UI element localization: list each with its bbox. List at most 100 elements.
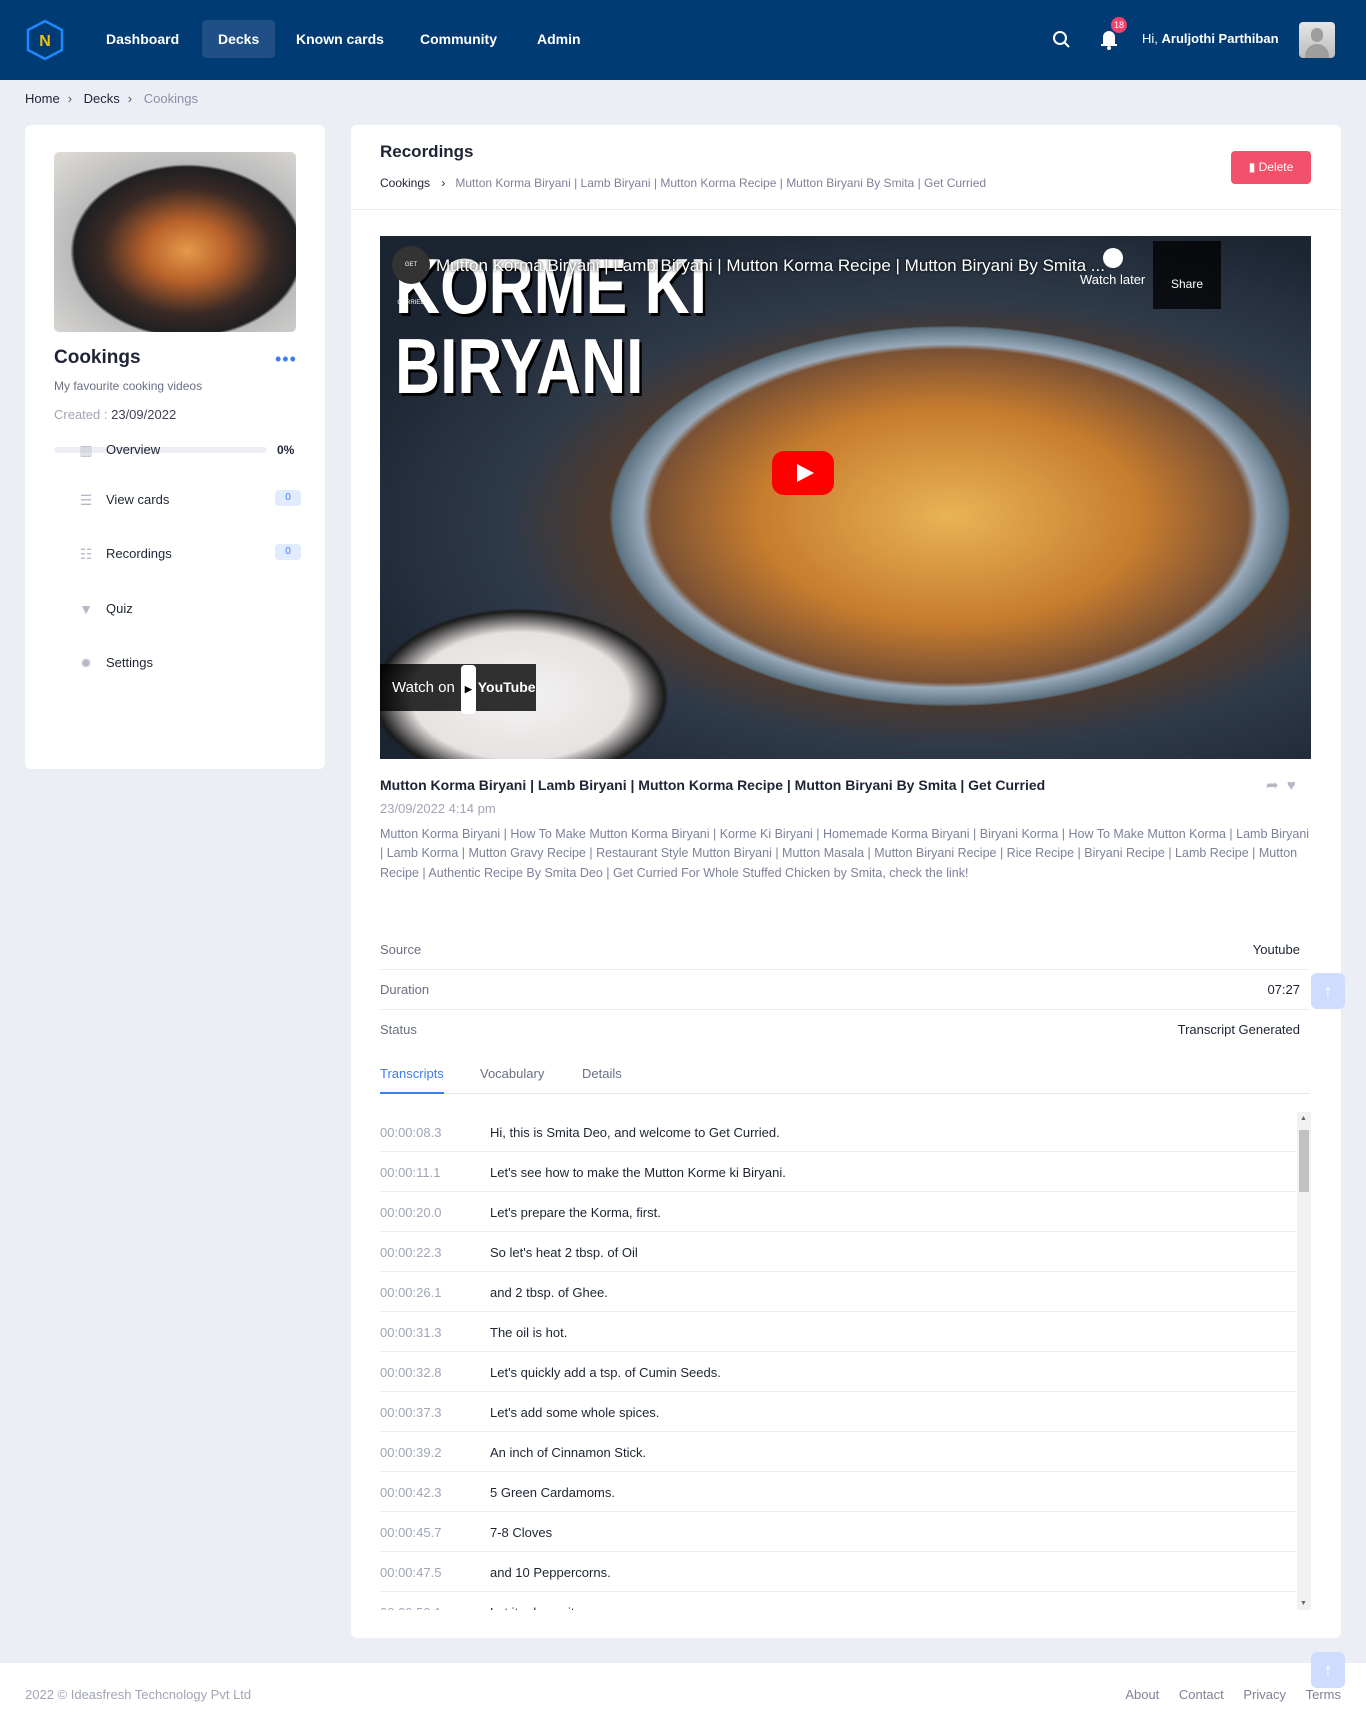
sidebar-item-label: Overview xyxy=(106,442,161,457)
transcript-row[interactable]: 00:00:39.2 An inch of Cinnamon Stick. xyxy=(380,1432,1296,1472)
transcript-time[interactable]: 00:00:31.3 xyxy=(380,1325,441,1340)
transcript-row[interactable]: 00:00:11.1 Let's see how to make the Mutt… xyxy=(380,1152,1296,1192)
sidebar-item-quiz[interactable]: ▼ Quiz xyxy=(77,594,277,624)
transcript-time[interactable]: 00:00:22.3 xyxy=(380,1245,441,1260)
notification-badge: 18 xyxy=(1111,17,1127,33)
nav-community[interactable]: Community xyxy=(404,20,513,58)
recording-title: Mutton Korma Biryani | Lamb Biryani | Mu… xyxy=(380,777,1046,793)
deck-sidebar: Cookings ••• My favourite cooking videos… xyxy=(25,125,325,769)
transcript-row[interactable]: 00:00:32.8 Let's quickly add a tsp. of Cu… xyxy=(380,1352,1296,1392)
transcript-row[interactable]: 00:00:26.1 and 2 tbsp. of Ghee. xyxy=(380,1272,1296,1312)
sidebar-item-view-cards[interactable]: ☰ View cards 0 xyxy=(77,485,301,515)
breadcrumb-decks[interactable]: Decks xyxy=(84,91,120,106)
transcript-row[interactable]: 00:00:50.1 Let it release its aroma. xyxy=(380,1592,1296,1610)
transcript-text: Let's add some whole spices. xyxy=(490,1405,660,1420)
transcript-text: 7-8 Cloves xyxy=(490,1525,553,1540)
transcript-list[interactable]: 00:00:08.3 Hi, this is Smita Deo, and wel… xyxy=(380,1112,1326,1610)
transcript-row[interactable]: 00:00:42.3 5 Green Cardamoms. xyxy=(380,1472,1296,1512)
video-overlay-title[interactable]: Mutton Korma Biryani | Lamb Biryani | Mu… xyxy=(436,256,1105,276)
watch-on-youtube-button[interactable]: Watch on YouTube xyxy=(380,664,536,711)
play-button[interactable] xyxy=(772,451,834,495)
recording-description: Mutton Korma Biryani | How To Make Mutto… xyxy=(380,827,1310,880)
transcript-text: Hi, this is Smita Deo, and welcome to Ge… xyxy=(490,1125,780,1140)
scroll-to-top-button[interactable]: ↑ xyxy=(1311,1652,1345,1688)
tab-vocabulary[interactable]: Vocabulary xyxy=(480,1066,544,1092)
transcript-time[interactable]: 00:00:08.3 xyxy=(380,1125,441,1140)
sidebar-item-recordings[interactable]: ☷ Recordings 0 xyxy=(77,539,301,569)
transcript-row[interactable]: 00:00:20.0 Let's prepare the Korma, first… xyxy=(380,1192,1296,1232)
transcript-row[interactable]: 00:00:45.7 7-8 Cloves xyxy=(380,1512,1296,1552)
transcript-time[interactable]: 00:00:37.3 xyxy=(380,1405,441,1420)
deck-title: Cookings xyxy=(54,347,141,368)
footer-link-privacy[interactable]: Privacy xyxy=(1243,1687,1286,1702)
transcript-time[interactable]: 00:00:47.5 xyxy=(380,1565,441,1580)
transcript-time[interactable]: 00:00:42.3 xyxy=(380,1485,441,1500)
transcript-row[interactable]: 00:00:22.3 So let's heat 2 tbsp. of Oil xyxy=(380,1232,1296,1272)
tab-transcripts[interactable]: Transcripts xyxy=(380,1066,444,1094)
top-navbar: N Dashboard Decks Known cards Community … xyxy=(0,0,1366,80)
transcript-time[interactable]: 00:00:26.1 xyxy=(380,1285,441,1300)
avatar[interactable] xyxy=(1299,22,1335,58)
sidebar-item-label: Recordings xyxy=(106,546,172,561)
scrollbar-thumb[interactable] xyxy=(1299,1130,1309,1192)
watch-later-button[interactable]: Watch later xyxy=(1080,248,1145,287)
chevron-right-icon: › xyxy=(67,91,73,106)
video-thumbnail-bowl xyxy=(610,326,1290,706)
scroll-to-top-button[interactable]: ↑ xyxy=(1311,973,1345,1009)
breadcrumb-home[interactable]: Home xyxy=(25,91,60,106)
app-logo[interactable]: N xyxy=(25,19,65,61)
youtube-video-player[interactable]: KORME KI BIRYANI GET CURRIED Mutton Korma… xyxy=(380,236,1311,759)
page-title: Recordings xyxy=(380,142,474,161)
footer-links: About Contact Privacy Terms xyxy=(1109,1687,1341,1702)
scroll-down-arrow[interactable]: ▼ xyxy=(1300,1600,1307,1607)
transcript-row[interactable]: 00:00:08.3 Hi, this is Smita Deo, and wel… xyxy=(380,1112,1296,1152)
transcript-row[interactable]: 00:00:47.5 and 10 Peppercorns. xyxy=(380,1552,1296,1592)
transcript-row[interactable]: 00:00:37.3 Let's add some whole spices. xyxy=(380,1392,1296,1432)
clock-icon xyxy=(1102,248,1123,268)
transcript-text: Let it release its aroma. xyxy=(490,1605,625,1610)
footer-link-contact[interactable]: Contact xyxy=(1179,1687,1224,1702)
copyright: 2022 © Ideasfresh Techcnology Pvt Ltd xyxy=(25,1687,252,1702)
nav-dashboard[interactable]: Dashboard xyxy=(90,20,195,58)
user-greeting[interactable]: Hi, Aruljothi Parthiban xyxy=(1142,31,1279,46)
scrollbar[interactable]: ▲ ▼ xyxy=(1297,1112,1311,1610)
sidebar-item-label: Settings xyxy=(106,655,153,670)
trash-icon: ▮ xyxy=(1248,160,1259,174)
transcript-time[interactable]: 00:00:11.1 xyxy=(380,1165,440,1180)
delete-button[interactable]: ▮ Delete xyxy=(1231,151,1311,184)
nav-admin[interactable]: Admin xyxy=(521,20,597,58)
transcript-text: So let's heat 2 tbsp. of Oil xyxy=(490,1245,638,1260)
sidebar-item-settings[interactable]: ✹ Settings xyxy=(77,648,277,678)
share-icon[interactable]: ➦ xyxy=(1266,777,1279,794)
breadcrumb-deck[interactable]: Cookings xyxy=(380,176,430,190)
svg-text:N: N xyxy=(39,33,51,50)
share-button[interactable]: Share xyxy=(1153,241,1221,309)
channel-logo[interactable]: GET CURRIED xyxy=(392,246,430,306)
breadcrumb-current: Mutton Korma Biryani | Lamb Biryani | Mu… xyxy=(455,176,987,190)
transcript-text: and 10 Peppercorns. xyxy=(490,1565,611,1580)
heart-icon[interactable]: ♥ xyxy=(1287,777,1296,794)
nav-decks[interactable]: Decks xyxy=(202,20,276,58)
created-label: Created : xyxy=(54,407,108,422)
created-date: 23/09/2022 xyxy=(111,407,177,422)
transcript-time[interactable]: 00:00:50.1 xyxy=(380,1605,441,1610)
more-options-icon[interactable]: ••• xyxy=(275,349,297,370)
transcript-time[interactable]: 00:00:45.7 xyxy=(380,1525,441,1540)
footer-link-about[interactable]: About xyxy=(1125,1687,1159,1702)
breadcrumb: Home › Decks › Cookings xyxy=(25,91,206,106)
transcript-row[interactable]: 00:00:31.3 The oil is hot. xyxy=(380,1312,1296,1352)
sidebar-item-overview[interactable]: ▥ Overview xyxy=(77,435,277,465)
footer-link-terms[interactable]: Terms xyxy=(1306,1687,1341,1702)
transcript-time[interactable]: 00:00:32.8 xyxy=(380,1365,441,1380)
search-icon[interactable] xyxy=(1052,30,1072,50)
greeting-text: Hi, xyxy=(1142,31,1158,46)
info-row-status: Status Transcript Generated xyxy=(380,1022,1300,1037)
footer: 2022 © Ideasfresh Techcnology Pvt Ltd Ab… xyxy=(0,1663,1366,1728)
nav-known-cards[interactable]: Known cards xyxy=(280,20,400,58)
youtube-logo: YouTube xyxy=(461,664,536,714)
scroll-up-arrow[interactable]: ▲ xyxy=(1300,1115,1307,1122)
tab-details[interactable]: Details xyxy=(582,1066,622,1092)
transcript-text: 5 Green Cardamoms. xyxy=(490,1485,615,1500)
transcript-time[interactable]: 00:00:20.0 xyxy=(380,1205,441,1220)
transcript-time[interactable]: 00:00:39.2 xyxy=(380,1445,441,1460)
